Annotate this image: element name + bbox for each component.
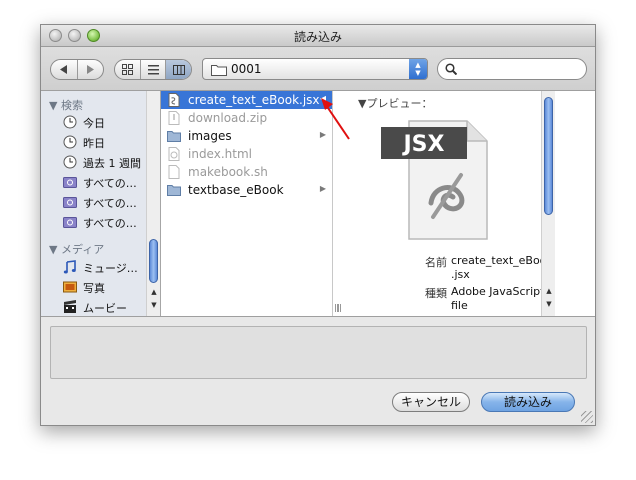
location-popup[interactable]: 0001 ▲ ▼ [202,58,428,80]
preview-scrollbar[interactable]: ▲ ▼ [541,91,555,316]
preview-pane: ▼プレビュー： JSX 名前 create_text_eBook .jsx 種類… [333,91,595,316]
preview-kind-line: Adobe JavaScript [451,285,545,298]
file-row-download-zip[interactable]: download.zip [161,109,332,127]
preview-name-value: create_text_eBook .jsx [451,254,553,282]
toolbar: 0001 ▲ ▼ [41,47,595,91]
sidebar-item-label: すべての… [83,197,137,210]
location-label: 0001 [231,62,262,76]
jsx-icon-label: JSX [402,132,445,157]
sidebar-item-today[interactable]: 今日 [63,113,145,131]
scroll-down-icon[interactable]: ▼ [150,301,158,309]
column-view-icon [172,64,185,75]
list-view-icon [147,64,159,74]
file-name: textbase_eBook [188,183,284,197]
preview-kind-label: 種類 [425,287,447,300]
open-button[interactable]: 読み込み [481,392,575,412]
clock-icon [63,155,77,169]
icon-view-button[interactable] [115,60,140,79]
file-name: download.zip [188,111,268,125]
sidebar-item-label: 写真 [83,282,105,295]
back-arrow-icon [59,65,67,74]
view-mode-control [114,59,192,80]
back-forward-control [50,59,104,80]
folder-icon [167,185,181,196]
file-name: makebook.sh [188,165,268,179]
scroll-up-icon[interactable]: ▲ [545,287,553,295]
file-row-images[interactable]: images ▶ [161,127,332,145]
html-file-icon [168,147,180,161]
smart-folder-icon [63,197,77,208]
sidebar-scroll-thumb[interactable] [149,239,158,283]
sidebar-item-label: 昨日 [83,137,105,150]
preview-scroll-thumb[interactable] [544,97,553,215]
clock-icon [63,115,77,129]
folder-icon [211,65,227,76]
clock-icon [63,135,77,149]
file-name: create_text_eBook.jsx [188,93,320,107]
file-row-create-text-ebook[interactable]: create_text_eBook.jsx ◀ [161,91,332,109]
forward-arrow-icon [87,65,95,74]
preview-kind-value: Adobe JavaScript file [451,285,551,313]
sidebar-item-label: すべての… [83,177,137,190]
sidebar-item-photos[interactable]: 写真 [63,278,145,296]
column-view-button[interactable] [165,60,191,79]
sidebar-section-search[interactable]: ▼ 検索 [49,97,83,113]
file-row-index-html[interactable]: index.html [161,145,332,163]
popup-arrows-icon: ▲ ▼ [409,59,427,79]
title-bar: 読み込み [41,25,595,47]
preview-name-line: create_text_eBook [451,254,553,267]
movie-icon [64,300,76,313]
forward-button[interactable] [76,60,104,79]
music-note-icon [63,260,76,274]
sidebar-item-all-3[interactable]: すべての… [63,213,145,231]
chevron-right-icon: ▶ [319,184,326,193]
file-column: create_text_eBook.jsx ◀ download.zip ima… [161,91,339,316]
file-row-textbase-ebook[interactable]: textbase_eBook ▶ [161,181,332,199]
sidebar-item-label: 過去 1 週間 [83,157,141,170]
jsx-file-icon: JSX [381,120,488,240]
search-icon [445,63,457,75]
scroll-up-icon[interactable]: ▲ [150,288,158,296]
preview-name-line: .jsx [451,268,470,281]
scroll-down-icon[interactable]: ▼ [545,300,553,308]
accessory-panel [50,326,587,379]
sidebar-scrollbar[interactable]: ▲ ▼ [146,91,160,316]
sidebar-item-label: すべての… [83,217,137,230]
preview-kind-line: file [451,299,468,312]
zip-file-icon [168,111,180,125]
annotation-arrow [321,98,350,140]
icon-view-icon [121,64,133,75]
smart-folder-icon [63,177,77,188]
window-title: 読み込み [293,30,342,44]
smart-folder-icon [63,217,77,228]
list-view-button[interactable] [139,60,166,79]
sidebar-item-music[interactable]: ミュージ… [63,258,145,276]
sidebar-item-label: ミュージ… [83,262,138,275]
sidebar-item-all-1[interactable]: すべての… [63,173,145,191]
sidebar-item-past-week[interactable]: 過去 1 週間 [63,153,145,171]
sidebar-item-movies[interactable]: ムービー [63,298,145,316]
cancel-button[interactable]: キャンセル [392,392,470,412]
document-icon [168,165,180,179]
photo-icon [63,281,77,293]
sidebar-item-label: 今日 [83,117,105,130]
sidebar-item-yesterday[interactable]: 昨日 [63,133,145,151]
open-dialog-window: 読み込み 0001 ▲ ▼ ▼ 検索 今日 昨日 過去 1 週間 すべての… す… [40,24,596,426]
resize-grip-icon[interactable] [581,411,593,423]
folder-icon [167,131,181,142]
back-button[interactable] [51,60,77,79]
file-name: index.html [188,147,252,161]
sidebar-item-label: ムービー [83,302,127,315]
sidebar-section-media[interactable]: ▼ メディア [49,241,104,257]
preview-name-label: 名前 [425,256,447,269]
file-row-makebook-sh[interactable]: makebook.sh [161,163,332,181]
column-resize-handle[interactable] [337,304,341,312]
file-name: images [188,129,232,143]
preview-header: ▼プレビュー： [358,97,433,110]
sidebar: ▼ 検索 今日 昨日 過去 1 週間 すべての… すべての… すべての… ▼ メ… [41,91,161,316]
sidebar-item-all-2[interactable]: すべての… [63,193,145,211]
script-file-icon [168,93,180,107]
search-field[interactable] [437,58,587,80]
file-browser: ▼ 検索 今日 昨日 過去 1 週間 すべての… すべての… すべての… ▼ メ… [41,91,595,317]
